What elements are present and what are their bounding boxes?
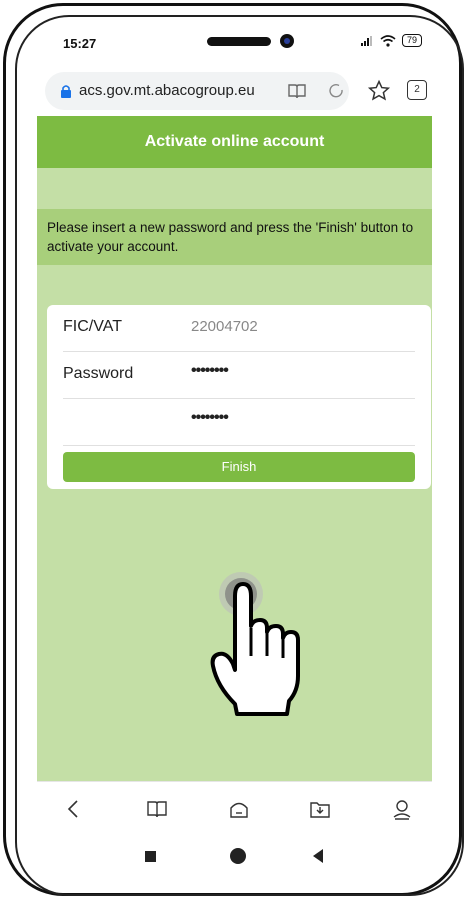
signal-icon	[360, 35, 372, 46]
web-page: Activate online account Please insert a …	[37, 116, 432, 781]
reload-icon[interactable]	[326, 81, 346, 101]
fic-vat-value: 22004702	[191, 318, 258, 335]
lock-icon	[61, 85, 71, 98]
reader-mode-icon[interactable]	[287, 81, 307, 101]
system-icons: 79	[360, 34, 422, 47]
profile-icon[interactable]	[391, 798, 413, 820]
wifi-icon	[380, 34, 396, 47]
fic-vat-row: FIC/VAT 22004702	[63, 305, 415, 352]
password-label: Password	[63, 365, 134, 382]
battery-icon: 79	[401, 34, 422, 47]
bookmarks-book-icon[interactable]	[146, 798, 168, 820]
confirm-password-field[interactable]: ••••••••	[191, 409, 229, 427]
confirm-password-row[interactable]: ••••••••	[63, 399, 415, 446]
url-text: acs.gov.mt.abacogroup.eu	[79, 82, 255, 99]
browser-url-bar: acs.gov.mt.abacogroup.eu 2	[37, 66, 432, 116]
status-bar: 15:27 79	[37, 28, 432, 66]
speaker-notch	[207, 37, 271, 46]
system-navigation-bar	[37, 836, 432, 878]
activation-form: FIC/VAT 22004702 Password •••••••• •••••…	[47, 305, 431, 489]
tap-hand-icon	[210, 572, 300, 716]
front-camera	[280, 34, 294, 48]
instructions-banner: Please insert a new password and press t…	[37, 209, 432, 265]
finish-button[interactable]: Finish	[63, 452, 415, 482]
password-row[interactable]: Password ••••••••	[63, 352, 415, 399]
bookmark-star-icon[interactable]	[367, 79, 391, 103]
fic-vat-label: FIC/VAT	[63, 318, 122, 335]
back-triangle-icon[interactable]	[313, 849, 323, 863]
recents-square-icon[interactable]	[145, 851, 156, 862]
page-title: Activate online account	[37, 116, 432, 168]
home-circle-icon[interactable]	[230, 848, 246, 864]
phone-screen: 15:27 79 acs.gov.mt.abacogroup.eu 2 Acti…	[37, 28, 432, 878]
tabs-counter-icon[interactable]: 2	[407, 80, 427, 100]
status-time: 15:27	[63, 36, 97, 51]
password-field[interactable]: ••••••••	[191, 362, 229, 380]
home-icon[interactable]	[228, 798, 250, 820]
downloads-icon[interactable]	[309, 798, 331, 820]
browser-bottom-toolbar	[37, 781, 432, 837]
address-field[interactable]: acs.gov.mt.abacogroup.eu	[45, 72, 349, 110]
back-chevron-icon[interactable]	[63, 798, 85, 820]
